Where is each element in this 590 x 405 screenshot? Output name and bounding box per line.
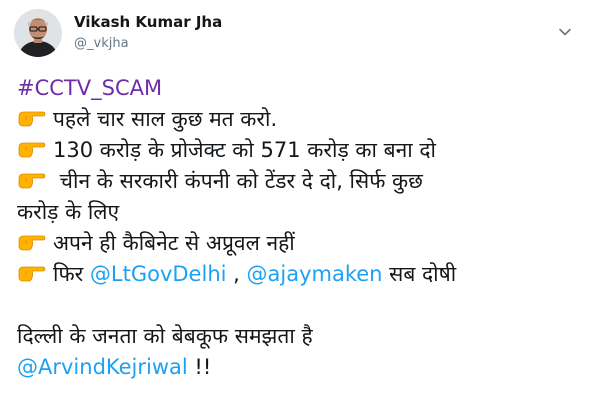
mention-ajaymaken[interactable]: @ajaymaken: [247, 262, 383, 286]
avatar-image: [14, 9, 62, 57]
tweet-card: Vikash Kumar Jha @_vkjha #CCTV_SCAM पहले…: [0, 0, 590, 405]
backhand-index-pointing-right-icon: [17, 138, 47, 160]
backhand-index-pointing-right-icon: [17, 169, 47, 191]
hashtag-line: #CCTV_SCAM: [17, 73, 577, 104]
tweet-text: #CCTV_SCAM पहले चार साल कुछ मत करो. 130 …: [17, 73, 577, 383]
tweet-line-2: 130 करोड़ के प्रोजेक्ट को 571 करोड़ का ब…: [17, 135, 577, 166]
author-name[interactable]: Vikash Kumar Jha: [74, 12, 222, 32]
tweet-line-6: दिल्ली के जनता को बेबकूफ समझता है: [17, 324, 313, 348]
backhand-index-pointing-right-icon: [17, 107, 47, 129]
author-handle[interactable]: @_vkjha: [74, 36, 129, 52]
tweet-line-7: @ArvindKejriwal !!: [17, 355, 212, 379]
tweet-line-4: अपने ही कैबिनेट से अप्रूवल नहीं: [17, 228, 577, 259]
backhand-index-pointing-right-icon: [17, 231, 47, 253]
backhand-index-pointing-right-icon: [17, 262, 47, 284]
tweet-line-1: पहले चार साल कुछ मत करो.: [17, 104, 577, 135]
hashtag-link[interactable]: #CCTV_SCAM: [17, 76, 162, 100]
tweet-line-3: चीन के सरकारी कंपनी को टेंडर दे दो, सिर्…: [17, 166, 577, 197]
chevron-down-icon[interactable]: [558, 24, 572, 38]
mention-arvindkejriwal[interactable]: @ArvindKejriwal: [17, 355, 188, 379]
mention-ltgovdelhi[interactable]: @LtGovDelhi: [90, 262, 227, 286]
avatar[interactable]: [14, 9, 62, 57]
tweet-line-5: फिर @LtGovDelhi , @ajaymaken सब दोषी: [17, 259, 577, 290]
tweet-line-3-cont: करोड़ के लिए: [17, 200, 120, 224]
